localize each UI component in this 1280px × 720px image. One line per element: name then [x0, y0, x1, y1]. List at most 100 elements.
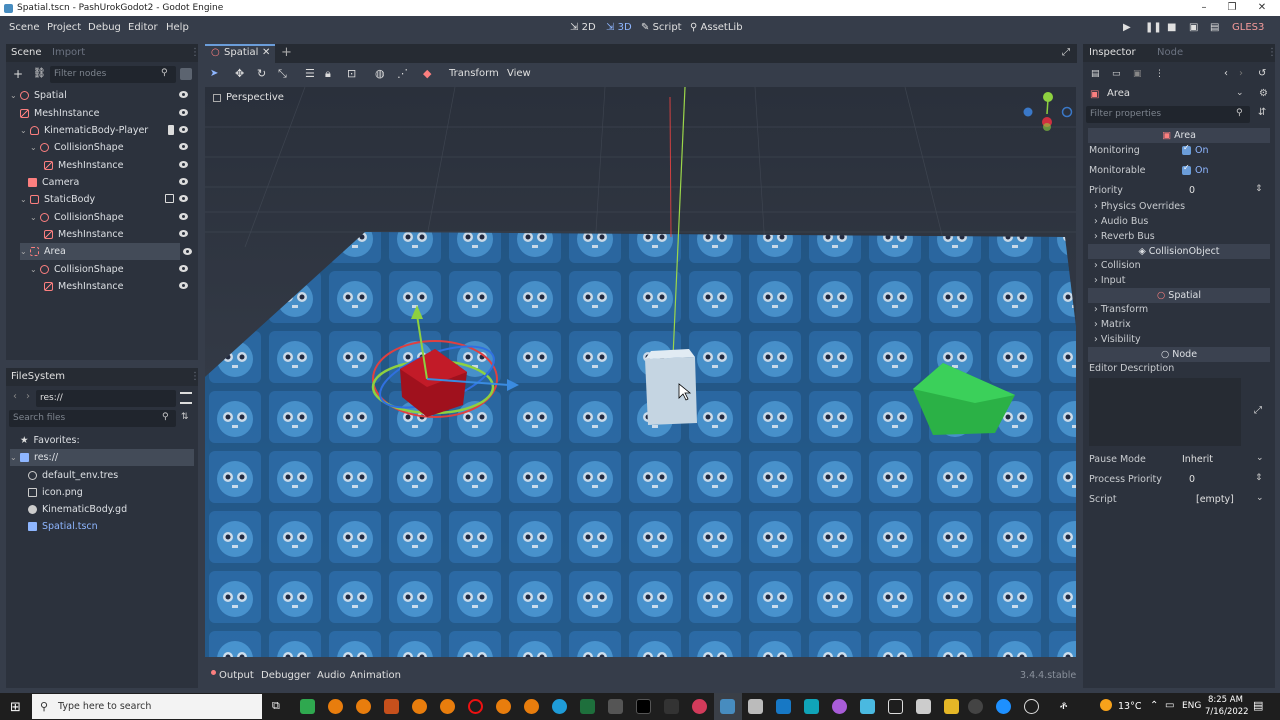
blender-icon[interactable] — [440, 699, 455, 714]
list-select-icon[interactable]: ☰ — [305, 67, 315, 80]
tree-node-collisionshape[interactable]: ⌄ CollisionShape — [30, 139, 194, 156]
tree-node-meshinstance[interactable]: MeshInstance — [20, 105, 194, 122]
app-icon[interactable] — [748, 699, 763, 714]
priority-value[interactable]: 0 — [1189, 185, 1195, 196]
spinner-icon[interactable]: ⇕ — [1255, 473, 1263, 483]
app-icon[interactable] — [384, 699, 399, 714]
transform-menu[interactable]: Transform — [449, 68, 499, 79]
collapse-arrow-icon[interactable]: ⌄ — [20, 195, 30, 204]
animation-tab[interactable]: Animation — [350, 670, 401, 681]
clock-time[interactable]: 8:25 AM — [1208, 695, 1243, 705]
history-forward-icon[interactable]: › — [1239, 68, 1243, 79]
open-folder-icon[interactable]: ▭ — [1112, 69, 1121, 79]
group-physics-overrides[interactable]: › Physics Overrides — [1094, 201, 1185, 212]
edge-icon[interactable] — [552, 699, 567, 714]
rotate-tool-icon[interactable]: ↻ — [257, 67, 266, 80]
select-tool-icon[interactable]: ➤ — [210, 68, 218, 79]
output-tab[interactable]: Output — [219, 670, 254, 681]
collapse-arrow-icon[interactable]: ⌄ — [20, 126, 30, 135]
tab-filesystem[interactable]: FileSystem — [11, 371, 65, 382]
add-tab-icon[interactable]: + — [281, 45, 292, 60]
move-tool-icon[interactable]: ✥ — [235, 67, 244, 80]
app-icon[interactable] — [580, 699, 595, 714]
snap-icon[interactable]: ⋰ — [397, 67, 408, 80]
chevron-down-icon[interactable]: ⌄ — [1256, 493, 1264, 503]
sort-icon[interactable]: ⇅ — [181, 412, 189, 422]
workspace-script-button[interactable]: ✎ Script — [641, 22, 682, 33]
close-window-icon[interactable]: ✕ — [1248, 0, 1276, 16]
visibility-eye-icon[interactable] — [179, 230, 188, 237]
tab-node[interactable]: Node — [1157, 47, 1183, 58]
workspace-assetlib-button[interactable]: ⚲ AssetLib — [690, 22, 743, 33]
maximize-icon[interactable]: ❐ — [1218, 0, 1246, 16]
renderer-select[interactable]: GLES3 — [1232, 22, 1264, 33]
visibility-eye-icon[interactable] — [179, 178, 188, 185]
tree-node-meshinstance[interactable]: MeshInstance — [44, 278, 194, 295]
collapse-arrow-icon[interactable]: ⌄ — [10, 91, 20, 100]
group-transform[interactable]: › Transform — [1094, 304, 1148, 315]
menu-scene[interactable]: Scene — [9, 22, 40, 33]
godot-icon[interactable] — [720, 699, 735, 714]
tree-node-area[interactable]: ⌄ Area — [20, 243, 180, 260]
inspected-object-name[interactable]: Area — [1107, 88, 1130, 99]
audio-tab[interactable]: Audio — [317, 670, 345, 681]
play-scene-icon[interactable]: ▣ — [1189, 22, 1198, 33]
windows-start-icon[interactable]: ⊞ — [10, 700, 21, 715]
3d-viewport[interactable]: Perspective — [205, 87, 1076, 657]
play-icon[interactable]: ▶ — [1123, 22, 1131, 33]
folder-res-row[interactable]: ⌄ res:// — [10, 449, 194, 466]
file-row[interactable]: icon.png — [28, 484, 83, 501]
network-icon[interactable]: ▭ — [1165, 700, 1174, 711]
tree-node-meshinstance[interactable]: MeshInstance — [44, 226, 194, 243]
blender-icon[interactable] — [496, 699, 511, 714]
visibility-eye-icon[interactable] — [179, 265, 188, 272]
unreal-icon[interactable] — [968, 699, 983, 714]
chrome-icon[interactable] — [996, 699, 1011, 714]
chevron-down-icon[interactable]: ⌄ — [1256, 453, 1264, 463]
file-explorer-icon[interactable] — [944, 699, 959, 714]
tree-node-kinematicbody-player[interactable]: ⌄ KinematicBody-Player — [20, 122, 194, 139]
save-icon[interactable]: ▣ — [1133, 69, 1142, 79]
clock-date[interactable]: 7/16/2022 — [1205, 707, 1249, 717]
object-menu-icon[interactable]: ⋮ — [1155, 69, 1164, 79]
history-back-icon[interactable]: ‹ — [1224, 68, 1228, 79]
task-view-icon[interactable]: ⧉ — [272, 699, 280, 713]
tab-import[interactable]: Import — [52, 47, 85, 58]
dock-menu-icon[interactable]: ⋮ — [1267, 47, 1277, 58]
terminal-icon[interactable] — [636, 699, 651, 714]
language-indicator[interactable]: ENG — [1182, 701, 1201, 711]
tree-node-collisionshape[interactable]: ⌄ CollisionShape — [30, 209, 194, 226]
app-icon[interactable] — [664, 699, 679, 714]
tree-node-staticbody[interactable]: ⌄ StaticBody — [20, 191, 194, 208]
editor-description-field[interactable] — [1089, 378, 1241, 446]
filter-properties-input[interactable]: Filter properties — [1086, 106, 1250, 123]
app-icon[interactable] — [804, 699, 819, 714]
lock-icon[interactable]: 🔒︎ — [325, 67, 331, 81]
monitoring-checkbox[interactable]: On — [1182, 143, 1209, 156]
history-icon[interactable]: ↺ — [1258, 68, 1266, 79]
app-icon[interactable] — [300, 699, 315, 714]
split-view-icon[interactable] — [180, 392, 192, 404]
app-icon[interactable] — [692, 699, 707, 714]
dock-menu-icon[interactable]: ⋮ — [190, 47, 200, 58]
group-reverb-bus[interactable]: › Reverb Bus — [1094, 231, 1155, 242]
group-matrix[interactable]: › Matrix — [1094, 319, 1131, 330]
group-visibility[interactable]: › Visibility — [1094, 334, 1141, 345]
back-arrow-icon[interactable]: ‹ — [13, 391, 17, 402]
visibility-eye-icon[interactable] — [179, 109, 188, 116]
expand-icon[interactable]: ⤢ — [1254, 405, 1262, 416]
tree-node-meshinstance[interactable]: MeshInstance — [44, 157, 194, 174]
tab-scene[interactable]: Scene — [11, 47, 42, 58]
pause-mode-select[interactable]: Inherit — [1182, 454, 1213, 465]
visibility-eye-icon[interactable] — [179, 195, 188, 202]
group-audio-bus[interactable]: › Audio Bus — [1094, 216, 1148, 227]
perspective-menu[interactable]: Perspective — [213, 92, 284, 103]
file-row[interactable]: default_env.tres — [28, 467, 118, 484]
visibility-eye-icon[interactable] — [179, 143, 188, 150]
app-icon[interactable] — [608, 699, 623, 714]
debugger-tab[interactable]: Debugger — [261, 670, 311, 681]
property-settings-icon[interactable]: ⇵ — [1258, 107, 1266, 118]
menu-help[interactable]: Help — [166, 22, 189, 33]
workspace-2d-button[interactable]: ⇲ 2D — [570, 22, 596, 33]
visibility-eye-icon[interactable] — [183, 248, 192, 255]
